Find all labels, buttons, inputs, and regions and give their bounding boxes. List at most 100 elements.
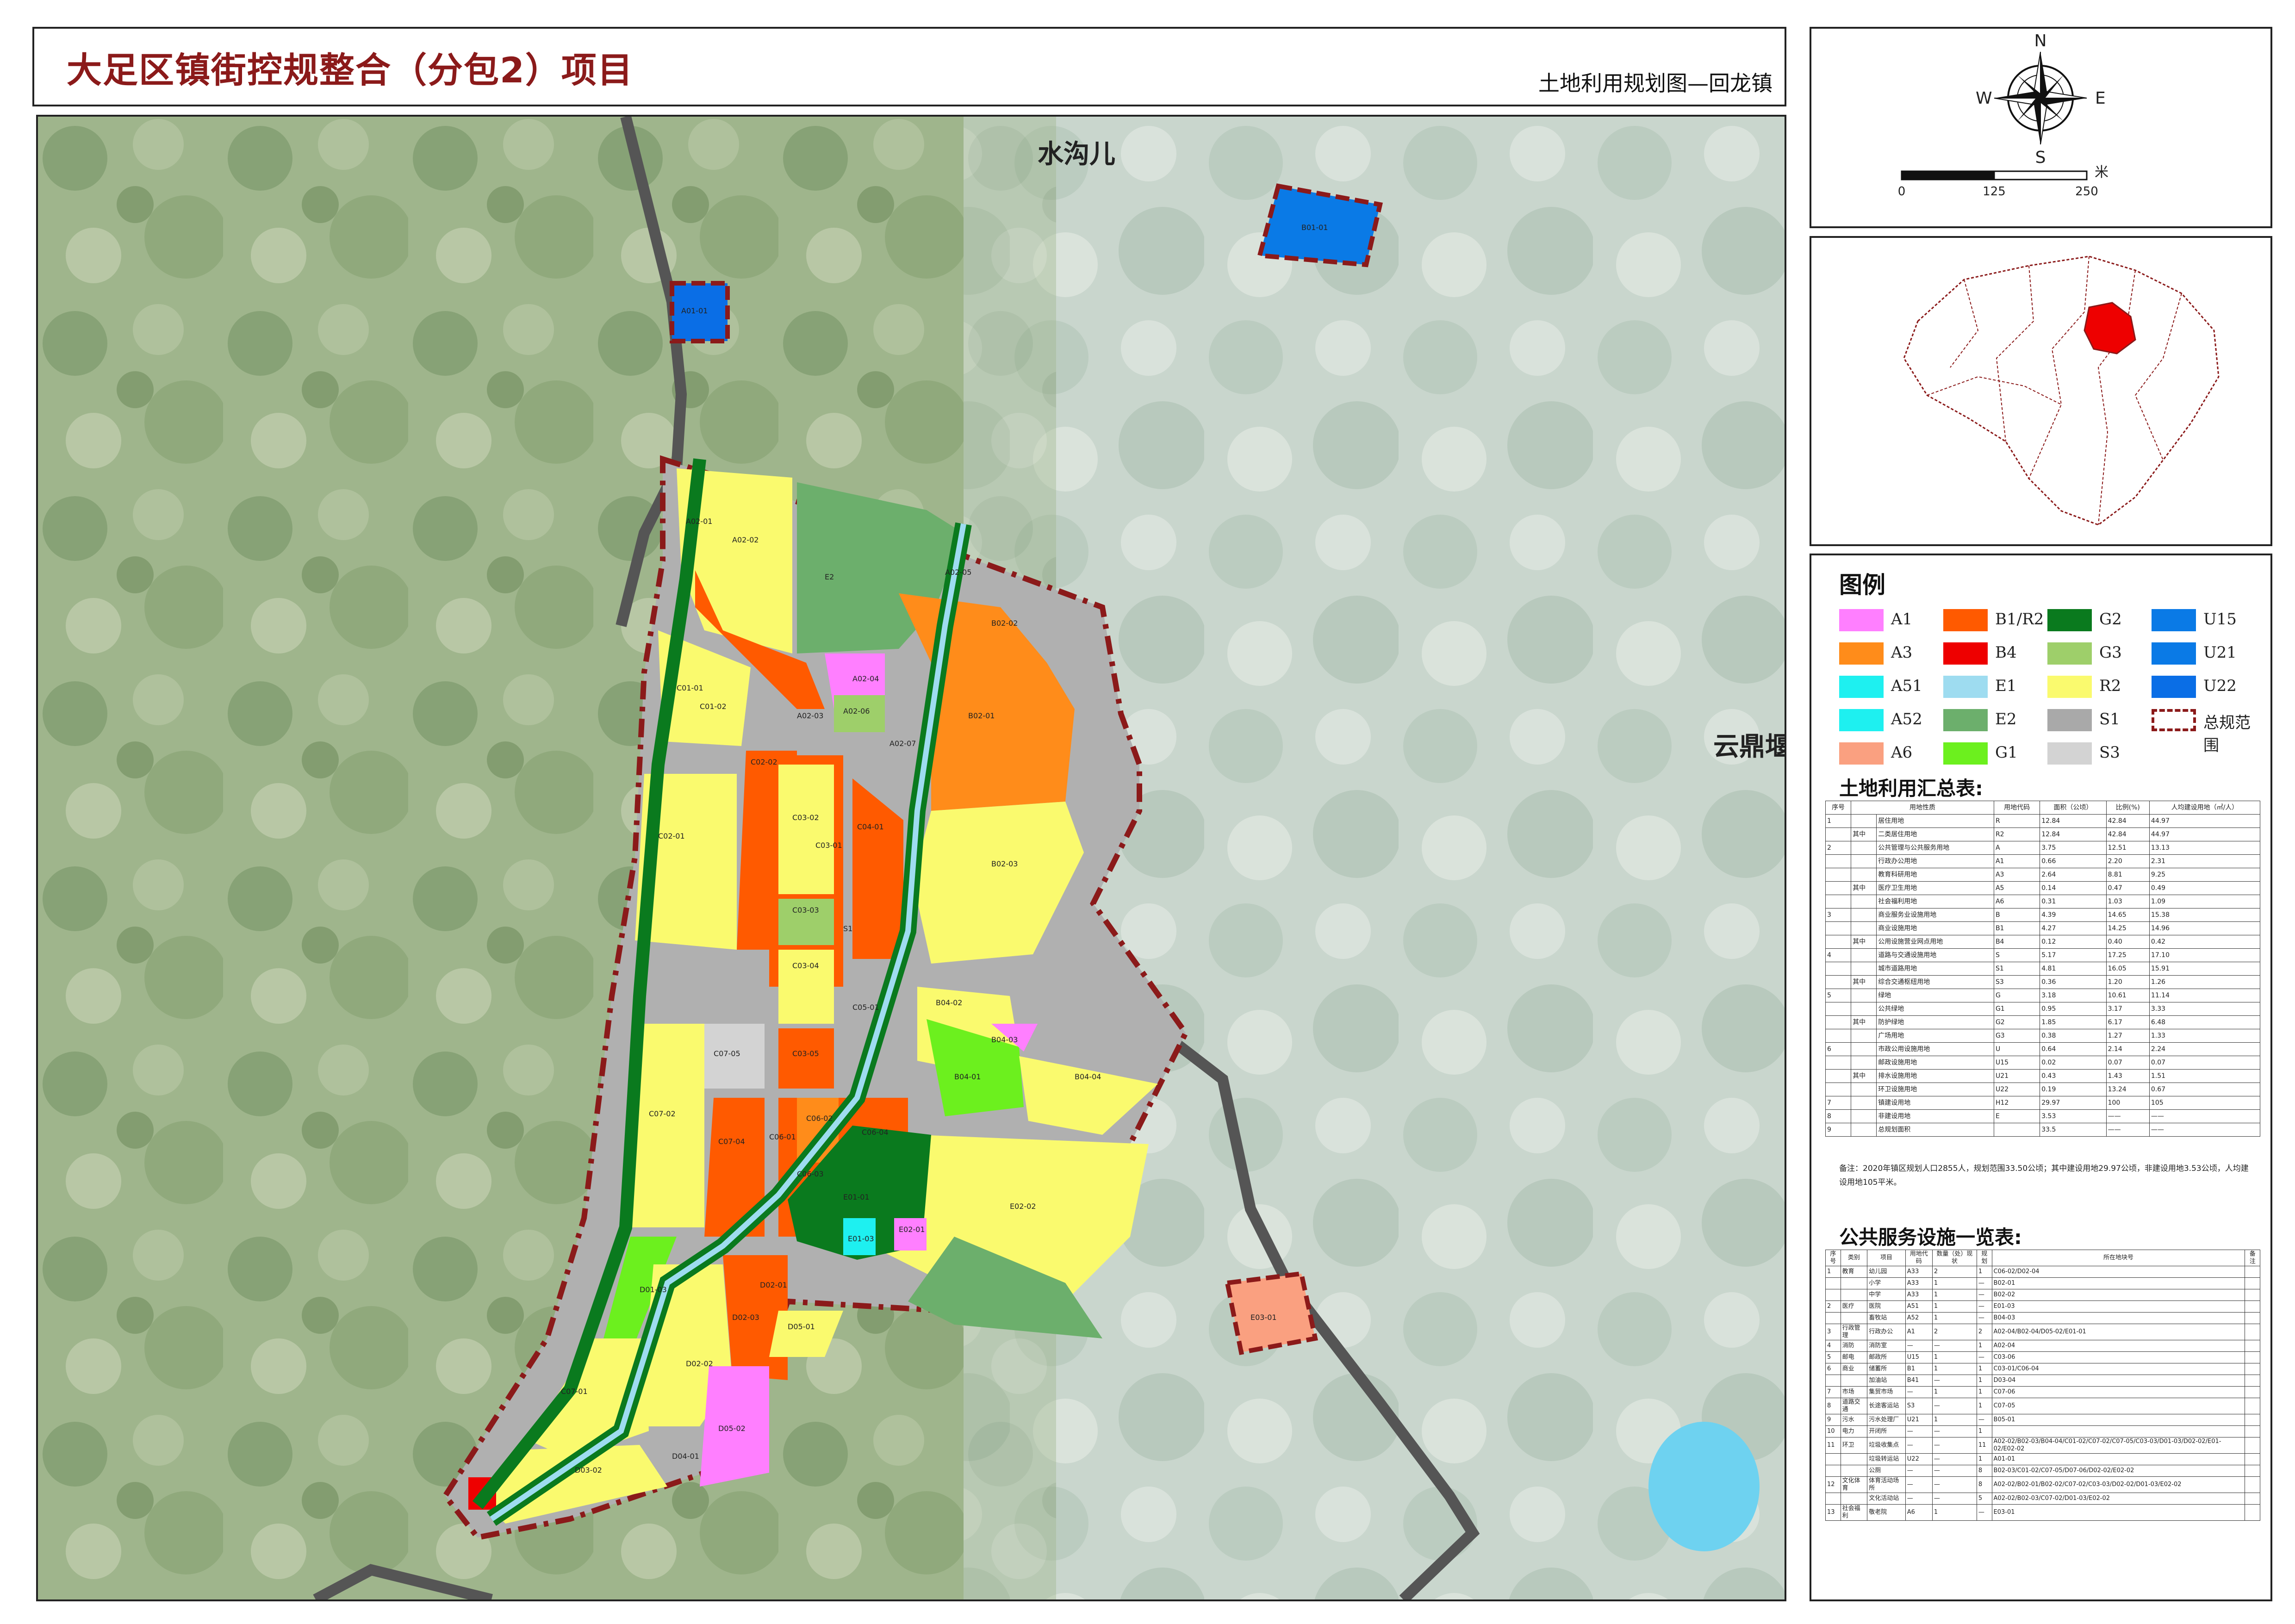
services-row-cell: A52 xyxy=(1905,1312,1933,1324)
compass-panel: N S E W 0 125 250 米 xyxy=(1810,27,2272,228)
summary-row-cell xyxy=(1825,828,1852,841)
svg-text:S1: S1 xyxy=(843,924,852,933)
summary-row-cell: 12.51 xyxy=(2106,841,2150,855)
summary-row-cell xyxy=(1851,1123,1877,1137)
summary-row-cell: 9.25 xyxy=(2149,868,2261,882)
services-row-cell: — xyxy=(1905,1476,1933,1493)
summary-row-cell: 0.47 xyxy=(2106,881,2150,895)
services-row-cell xyxy=(2245,1504,2260,1521)
services-row-cell: 文化体育 xyxy=(1840,1476,1868,1493)
services-row: 10 电力 开闭所 — —1 xyxy=(1825,1425,2260,1437)
svg-text:C06-01: C06-01 xyxy=(769,1132,796,1141)
services-row-cell xyxy=(1840,1289,1868,1301)
svg-text:C01-02: C01-02 xyxy=(700,702,727,711)
svg-text:B04-01: B04-01 xyxy=(954,1072,981,1081)
services-row-cell: 储蓄所 xyxy=(1867,1363,1906,1375)
parcel-C03-04[interactable] xyxy=(778,950,834,1024)
services-row-cell: — xyxy=(1976,1300,1992,1313)
services-row-cell: 消防室 xyxy=(1867,1340,1906,1352)
legend-item-a6: A6 xyxy=(1839,739,1943,766)
services-row-cell: A51 xyxy=(1905,1300,1933,1313)
place-label-north: 水沟儿 xyxy=(1038,139,1115,169)
svg-text:A02-02: A02-02 xyxy=(732,535,759,544)
services-row-cell xyxy=(1825,1277,1841,1289)
services-row: 中学 A33 1— B02-02 xyxy=(1825,1289,2260,1301)
summary-row-cell: 0.95 xyxy=(2040,1002,2107,1016)
legend-item-u15: U15 xyxy=(2152,605,2256,633)
services-row-cell: 2 xyxy=(1932,1324,1977,1340)
summary-row: 其中 公用设施营业网点用地 B4 0.12 0.40 0.42 xyxy=(1825,935,2261,949)
summary-row-cell: 6.48 xyxy=(2149,1015,2261,1029)
summary-row-cell: —— xyxy=(2106,1123,2150,1137)
services-row-cell: S3 xyxy=(1905,1398,1933,1414)
summary-row-cell: 0.64 xyxy=(2040,1042,2107,1056)
services-row-cell: 邮电 xyxy=(1840,1351,1868,1363)
services-row-cell: A02-02/B02-03/C07-02/D01-03/E02-02 xyxy=(1991,1493,2245,1505)
summary-row-cell: 33.5 xyxy=(2040,1123,2107,1137)
services-row-cell xyxy=(1840,1453,1868,1465)
services-row-cell: 11 xyxy=(1825,1437,1841,1454)
services-row-cell xyxy=(2245,1425,2260,1437)
svg-text:C07-05: C07-05 xyxy=(714,1049,740,1058)
svg-text:C07-01: C07-01 xyxy=(561,1387,588,1396)
svg-text:A02-01: A02-01 xyxy=(686,517,712,526)
services-row-cell: — xyxy=(1976,1312,1992,1324)
services-row-cell: 市场 xyxy=(1840,1386,1868,1398)
services-row-cell: 1 xyxy=(1976,1363,1992,1375)
scale-unit: 米 xyxy=(2095,164,2108,180)
land-use-map[interactable]: 水沟儿 云鼎堰 A02-01 A02-02 E2 A02-05 B02-02 A… xyxy=(36,115,1786,1601)
services-row-cell: 9 xyxy=(1825,1414,1841,1426)
parcel-C03-05[interactable] xyxy=(778,1028,834,1089)
svg-text:C02-02: C02-02 xyxy=(751,758,777,766)
services-row-cell: B04-03 xyxy=(1991,1312,2245,1324)
district-outline-map xyxy=(1903,255,2220,526)
services-row-cell: 11 xyxy=(1976,1437,1992,1454)
services-row-cell: 敬老院 xyxy=(1867,1504,1906,1521)
summary-row: 城市道路用地 S1 4.81 16.05 15.91 xyxy=(1825,962,2261,976)
scale-bar: 0 125 250 米 xyxy=(1898,164,2108,199)
services-row-cell: 行政管理 xyxy=(1840,1324,1868,1340)
summary-row: 其中 医疗卫生用地 A5 0.14 0.47 0.49 xyxy=(1825,881,2261,895)
summary-row-cell: R2 xyxy=(1993,828,2040,841)
summary-row-cell: 3.75 xyxy=(2040,841,2107,855)
services-row-cell: B02-03/C01-02/C07-05/D07-06/D02-02/E02-0… xyxy=(1991,1465,2245,1477)
services-row-cell: 集贸市场 xyxy=(1867,1386,1906,1398)
svg-text:C03-01: C03-01 xyxy=(815,841,842,850)
summary-row-cell xyxy=(1851,921,1877,935)
summary-row-cell xyxy=(1825,868,1852,882)
services-row: 6 商业 储蓄所 B1 1 1 C03-01/C06-04 xyxy=(1825,1363,2260,1375)
summary-row-cell: 道路与交通设施用地 xyxy=(1876,948,1994,962)
services-row-cell: 1 xyxy=(1932,1414,1977,1426)
summary-row-cell: 1.43 xyxy=(2106,1069,2150,1083)
services-row-cell xyxy=(2245,1312,2260,1324)
summary-row-cell: 10.61 xyxy=(2106,989,2150,1002)
svg-text:A02-07: A02-07 xyxy=(889,739,916,748)
services-row-cell xyxy=(2245,1453,2260,1465)
summary-row-cell xyxy=(1825,854,1852,868)
summary-row-cell: 邮政设施用地 xyxy=(1876,1056,1994,1070)
services-row-cell xyxy=(2245,1476,2260,1493)
summary-row-cell: 市政公用设施用地 xyxy=(1876,1042,1994,1056)
services-row-cell: 1 xyxy=(1932,1300,1977,1313)
services-row-cell: 1 xyxy=(1932,1351,1977,1363)
summary-row-cell xyxy=(1851,1002,1877,1016)
services-row-cell: 行政办公 xyxy=(1867,1324,1906,1340)
services-row-cell: — xyxy=(1932,1437,1977,1454)
summary-row-cell: 其中 xyxy=(1851,935,1877,949)
summary-row-cell: —— xyxy=(2149,1109,2261,1123)
summary-row: 1 居住用地 R 12.84 42.84 44.97 xyxy=(1825,814,2261,828)
legend-item-g1: G1 xyxy=(1943,739,2047,766)
summary-row-cell: 1.33 xyxy=(2149,1029,2261,1043)
summary-row: 社会福利用地 A6 0.31 1.03 1.09 xyxy=(1825,895,2261,908)
summary-row-cell xyxy=(1851,814,1877,828)
summary-row-cell xyxy=(1851,962,1877,976)
summary-row-cell xyxy=(1825,921,1852,935)
summary-row-cell: 2.64 xyxy=(2040,868,2107,882)
parcel-E02-01[interactable] xyxy=(894,1218,927,1251)
summary-row-cell: 0.07 xyxy=(2106,1056,2150,1070)
services-row-cell: A02-04/B02-04/D05-02/E01-01 xyxy=(1991,1324,2245,1340)
services-row-cell xyxy=(1825,1375,1841,1387)
summary-row-cell xyxy=(1825,1015,1852,1029)
parcel-C03-02[interactable] xyxy=(778,765,834,894)
summary-row-cell: 1 xyxy=(1825,814,1852,828)
